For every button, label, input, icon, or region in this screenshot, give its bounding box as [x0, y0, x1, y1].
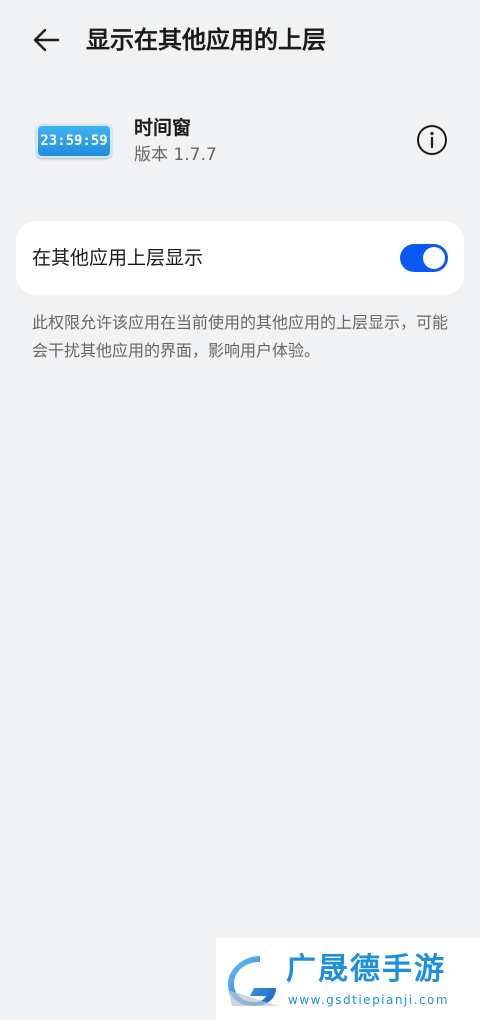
permission-toggle-switch[interactable] [400, 244, 448, 272]
app-info-button[interactable] [416, 124, 448, 156]
info-circle-icon [417, 125, 447, 155]
app-icon: 23:59:59 [36, 124, 112, 158]
watermark-title: 广晟德手游 [286, 952, 446, 987]
back-button[interactable] [28, 22, 68, 58]
arrow-left-icon [33, 28, 60, 52]
permission-card: 在其他应用上层显示 [16, 221, 464, 295]
app-info-row: 23:59:59 [0, 100, 480, 180]
permission-description: 此权限允许该应用在当前使用的其他应用的上层显示，可能会干扰其他应用的界面，影响用… [32, 313, 449, 360]
page-title: 显示在其他应用的上层 [86, 26, 326, 54]
watermark-url: www.gsdtiepianji.com [288, 993, 450, 1007]
permission-toggle-label: 在其他应用上层显示 [32, 247, 204, 269]
header-bar: 显示在其他应用的上层 [0, 0, 480, 80]
toggle-knob [423, 247, 445, 269]
app-version: 版本 1.7.7 [134, 145, 217, 165]
app-name: 时间窗 [134, 117, 192, 139]
watermark-logo-icon [228, 956, 278, 1006]
watermark-banner: 广晟德手游 www.gsdtiepianji.com [216, 938, 480, 1020]
